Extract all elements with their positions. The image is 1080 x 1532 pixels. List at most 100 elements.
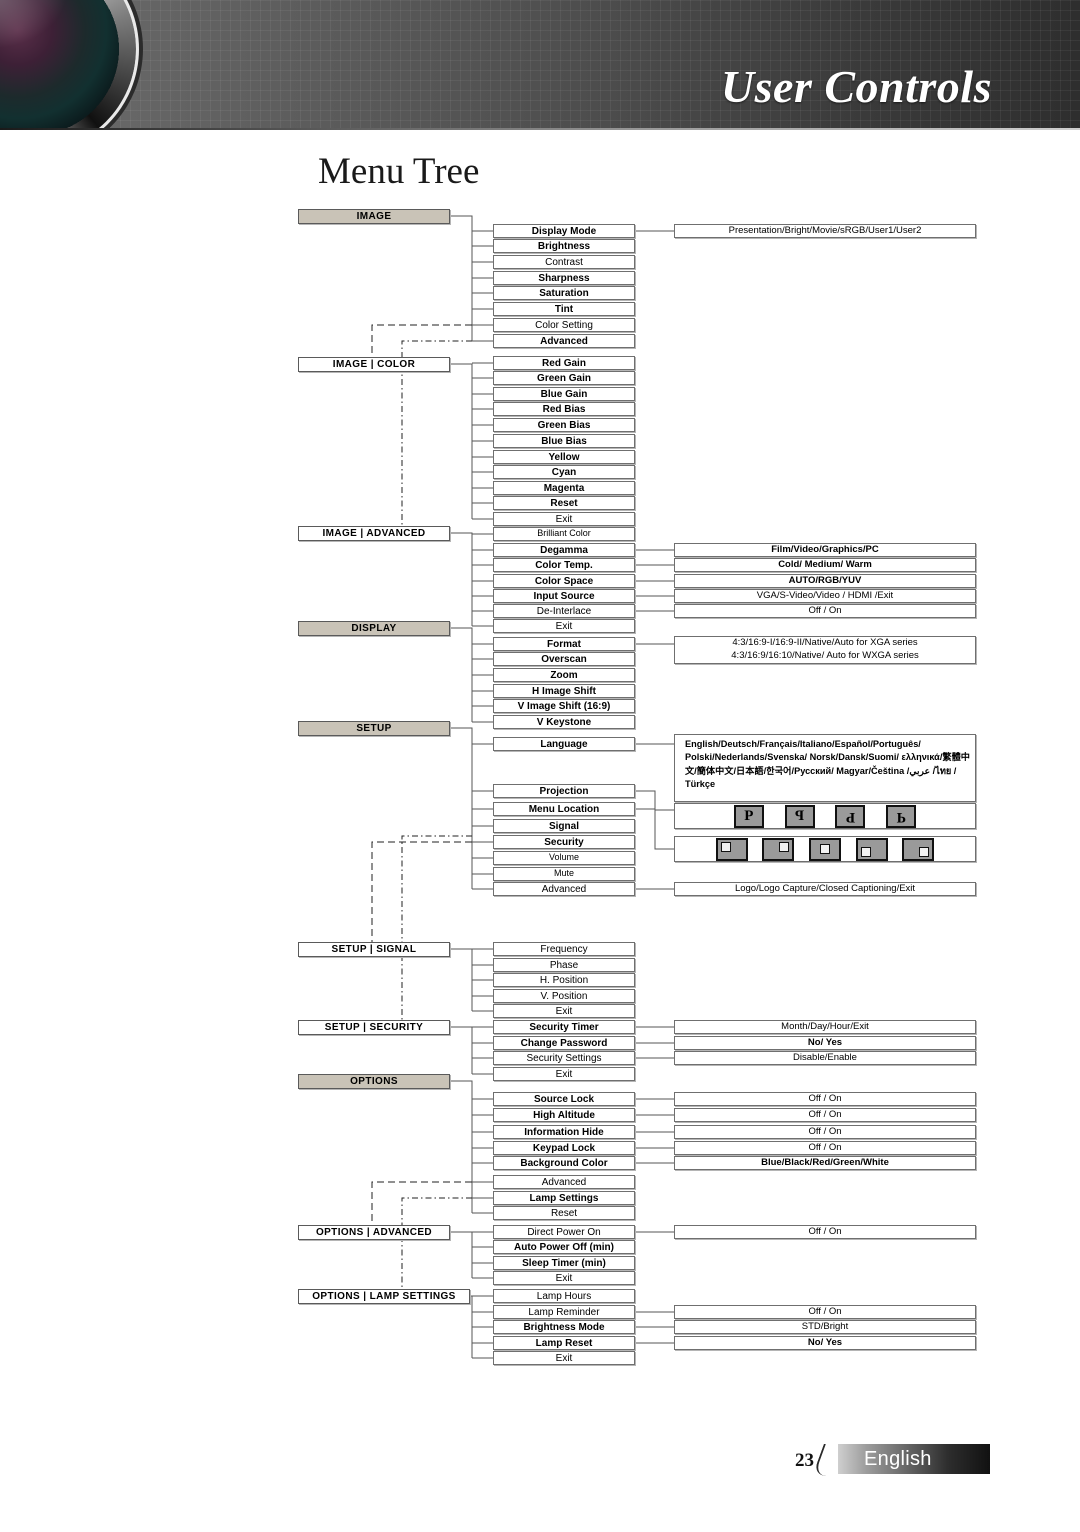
- menu-item[interactable]: Blue Gain: [493, 387, 635, 401]
- category-image-advanced[interactable]: IMAGE | ADVANCED: [298, 526, 450, 541]
- menu-item[interactable]: Color Temp.: [493, 558, 635, 572]
- menu-item[interactable]: Direct Power On: [493, 1225, 635, 1239]
- menu-location-top-right-icon[interactable]: [762, 837, 795, 861]
- lamp-reminder-values: Off / On: [674, 1305, 976, 1319]
- menu-tree-diagram: IMAGE IMAGE | COLOR IMAGE | ADVANCED DIS…: [0, 0, 1080, 1532]
- category-image[interactable]: IMAGE: [298, 209, 450, 224]
- projection-values[interactable]: P P P P: [674, 803, 976, 829]
- menu-item[interactable]: De-Interlace: [493, 604, 635, 618]
- menu-item[interactable]: Lamp Reminder: [493, 1305, 635, 1319]
- menu-item[interactable]: Exit: [493, 1351, 635, 1365]
- menu-item[interactable]: Format: [493, 637, 635, 651]
- menu-item[interactable]: Sharpness: [493, 271, 635, 285]
- menu-item[interactable]: Phase: [493, 958, 635, 972]
- color-space-values: AUTO/RGB/YUV: [674, 574, 976, 588]
- menu-item[interactable]: Background Color: [493, 1156, 635, 1170]
- menu-item[interactable]: Color Setting: [493, 318, 635, 332]
- menu-item[interactable]: Source Lock: [493, 1092, 635, 1106]
- menu-item[interactable]: Sleep Timer (min): [493, 1256, 635, 1270]
- menu-item[interactable]: Exit: [493, 1004, 635, 1018]
- projection-front-desktop-icon[interactable]: P: [733, 804, 764, 828]
- menu-item[interactable]: Security: [493, 835, 635, 849]
- menu-item[interactable]: Exit: [493, 1271, 635, 1285]
- menu-item[interactable]: Lamp Reset: [493, 1336, 635, 1350]
- menu-item[interactable]: Frequency: [493, 942, 635, 956]
- security-timer-values: Month/Day/Hour/Exit: [674, 1020, 976, 1034]
- menu-item[interactable]: Keypad Lock: [493, 1141, 635, 1155]
- menu-item[interactable]: H Image Shift: [493, 684, 635, 698]
- menu-item[interactable]: Red Gain: [493, 356, 635, 370]
- category-setup[interactable]: SETUP: [298, 721, 450, 736]
- menu-item[interactable]: V Image Shift (16:9): [493, 699, 635, 713]
- menu-item[interactable]: V Keystone: [493, 715, 635, 729]
- value-line: 4:3/16:9-I/16:9-II/Native/Auto for XGA s…: [732, 637, 918, 649]
- menu-item[interactable]: Magenta: [493, 481, 635, 495]
- category-options-lamp-settings[interactable]: OPTIONS | LAMP SETTINGS: [298, 1289, 470, 1304]
- value-line: 4:3/16:9/16:10/Native/ Auto for WXGA ser…: [731, 650, 919, 661]
- menu-item[interactable]: Exit: [493, 619, 635, 633]
- menu-item[interactable]: Security Settings: [493, 1051, 635, 1065]
- menu-item[interactable]: Mute: [493, 867, 635, 881]
- menu-item[interactable]: Tint: [493, 302, 635, 316]
- menu-item[interactable]: Contrast: [493, 255, 635, 269]
- projection-rear-desktop-icon[interactable]: P: [784, 804, 815, 828]
- menu-item[interactable]: Security Timer: [493, 1020, 635, 1034]
- menu-item[interactable]: Information Hide: [493, 1125, 635, 1139]
- menu-item[interactable]: Signal: [493, 819, 635, 833]
- menu-item[interactable]: Green Bias: [493, 418, 635, 432]
- menu-item[interactable]: Saturation: [493, 286, 635, 300]
- menu-item[interactable]: Input Source: [493, 589, 635, 603]
- menu-item[interactable]: Volume: [493, 851, 635, 865]
- menu-item[interactable]: H. Position: [493, 973, 635, 987]
- menu-location-top-left-icon[interactable]: [715, 837, 748, 861]
- menu-item[interactable]: Language: [493, 737, 635, 751]
- menu-item[interactable]: Display Mode: [493, 224, 635, 238]
- menu-item[interactable]: Brightness: [493, 239, 635, 253]
- menu-item[interactable]: Menu Location: [493, 802, 635, 816]
- menu-item[interactable]: Lamp Hours: [493, 1289, 635, 1303]
- menu-item[interactable]: Degamma: [493, 543, 635, 557]
- language-values: English/Deutsch/Français/Italiano/Españo…: [674, 734, 976, 802]
- category-image-color[interactable]: IMAGE | COLOR: [298, 357, 450, 372]
- menu-location-values[interactable]: [674, 836, 976, 862]
- projection-rear-ceiling-icon[interactable]: P: [835, 804, 866, 828]
- menu-item[interactable]: Auto Power Off (min): [493, 1240, 635, 1254]
- menu-item[interactable]: Green Gain: [493, 371, 635, 385]
- direct-power-on-values: Off / On: [674, 1225, 976, 1239]
- menu-item[interactable]: High Altitude: [493, 1108, 635, 1122]
- menu-location-bottom-left-icon[interactable]: [855, 837, 888, 861]
- menu-item[interactable]: Exit: [493, 1067, 635, 1081]
- menu-item[interactable]: Reset: [493, 496, 635, 510]
- category-setup-security[interactable]: SETUP | SECURITY: [298, 1020, 450, 1035]
- menu-item[interactable]: Advanced: [493, 1175, 635, 1189]
- menu-item[interactable]: Change Password: [493, 1036, 635, 1050]
- menu-item[interactable]: Brilliant Color: [493, 527, 635, 541]
- menu-item[interactable]: Advanced: [493, 882, 635, 896]
- menu-item[interactable]: Red Bias: [493, 402, 635, 416]
- menu-item[interactable]: Overscan: [493, 652, 635, 666]
- category-options-advanced[interactable]: OPTIONS | ADVANCED: [298, 1225, 450, 1240]
- projection-front-ceiling-icon[interactable]: P: [886, 804, 917, 828]
- menu-item[interactable]: Yellow: [493, 450, 635, 464]
- menu-item[interactable]: Exit: [493, 512, 635, 526]
- menu-item[interactable]: Brightness Mode: [493, 1320, 635, 1334]
- menu-item[interactable]: Projection: [493, 784, 635, 798]
- category-display[interactable]: DISPLAY: [298, 621, 450, 636]
- security-settings-values: Disable/Enable: [674, 1051, 976, 1065]
- menu-item[interactable]: Cyan: [493, 465, 635, 479]
- de-interlace-values: Off / On: [674, 604, 976, 618]
- menu-item[interactable]: Blue Bias: [493, 434, 635, 448]
- menu-item[interactable]: V. Position: [493, 989, 635, 1003]
- category-options[interactable]: OPTIONS: [298, 1074, 450, 1089]
- menu-item[interactable]: Reset: [493, 1206, 635, 1220]
- menu-item[interactable]: Color Space: [493, 574, 635, 588]
- menu-item[interactable]: Advanced: [493, 334, 635, 348]
- menu-location-center-icon[interactable]: [808, 837, 841, 861]
- menu-item[interactable]: Zoom: [493, 668, 635, 682]
- information-hide-values: Off / On: [674, 1125, 976, 1139]
- brightness-mode-values: STD/Bright: [674, 1320, 976, 1334]
- menu-location-bottom-right-icon[interactable]: [902, 837, 935, 861]
- display-mode-values: Presentation/Bright/Movie/sRGB/User1/Use…: [674, 224, 976, 238]
- category-setup-signal[interactable]: SETUP | SIGNAL: [298, 942, 450, 957]
- menu-item[interactable]: Lamp Settings: [493, 1191, 635, 1205]
